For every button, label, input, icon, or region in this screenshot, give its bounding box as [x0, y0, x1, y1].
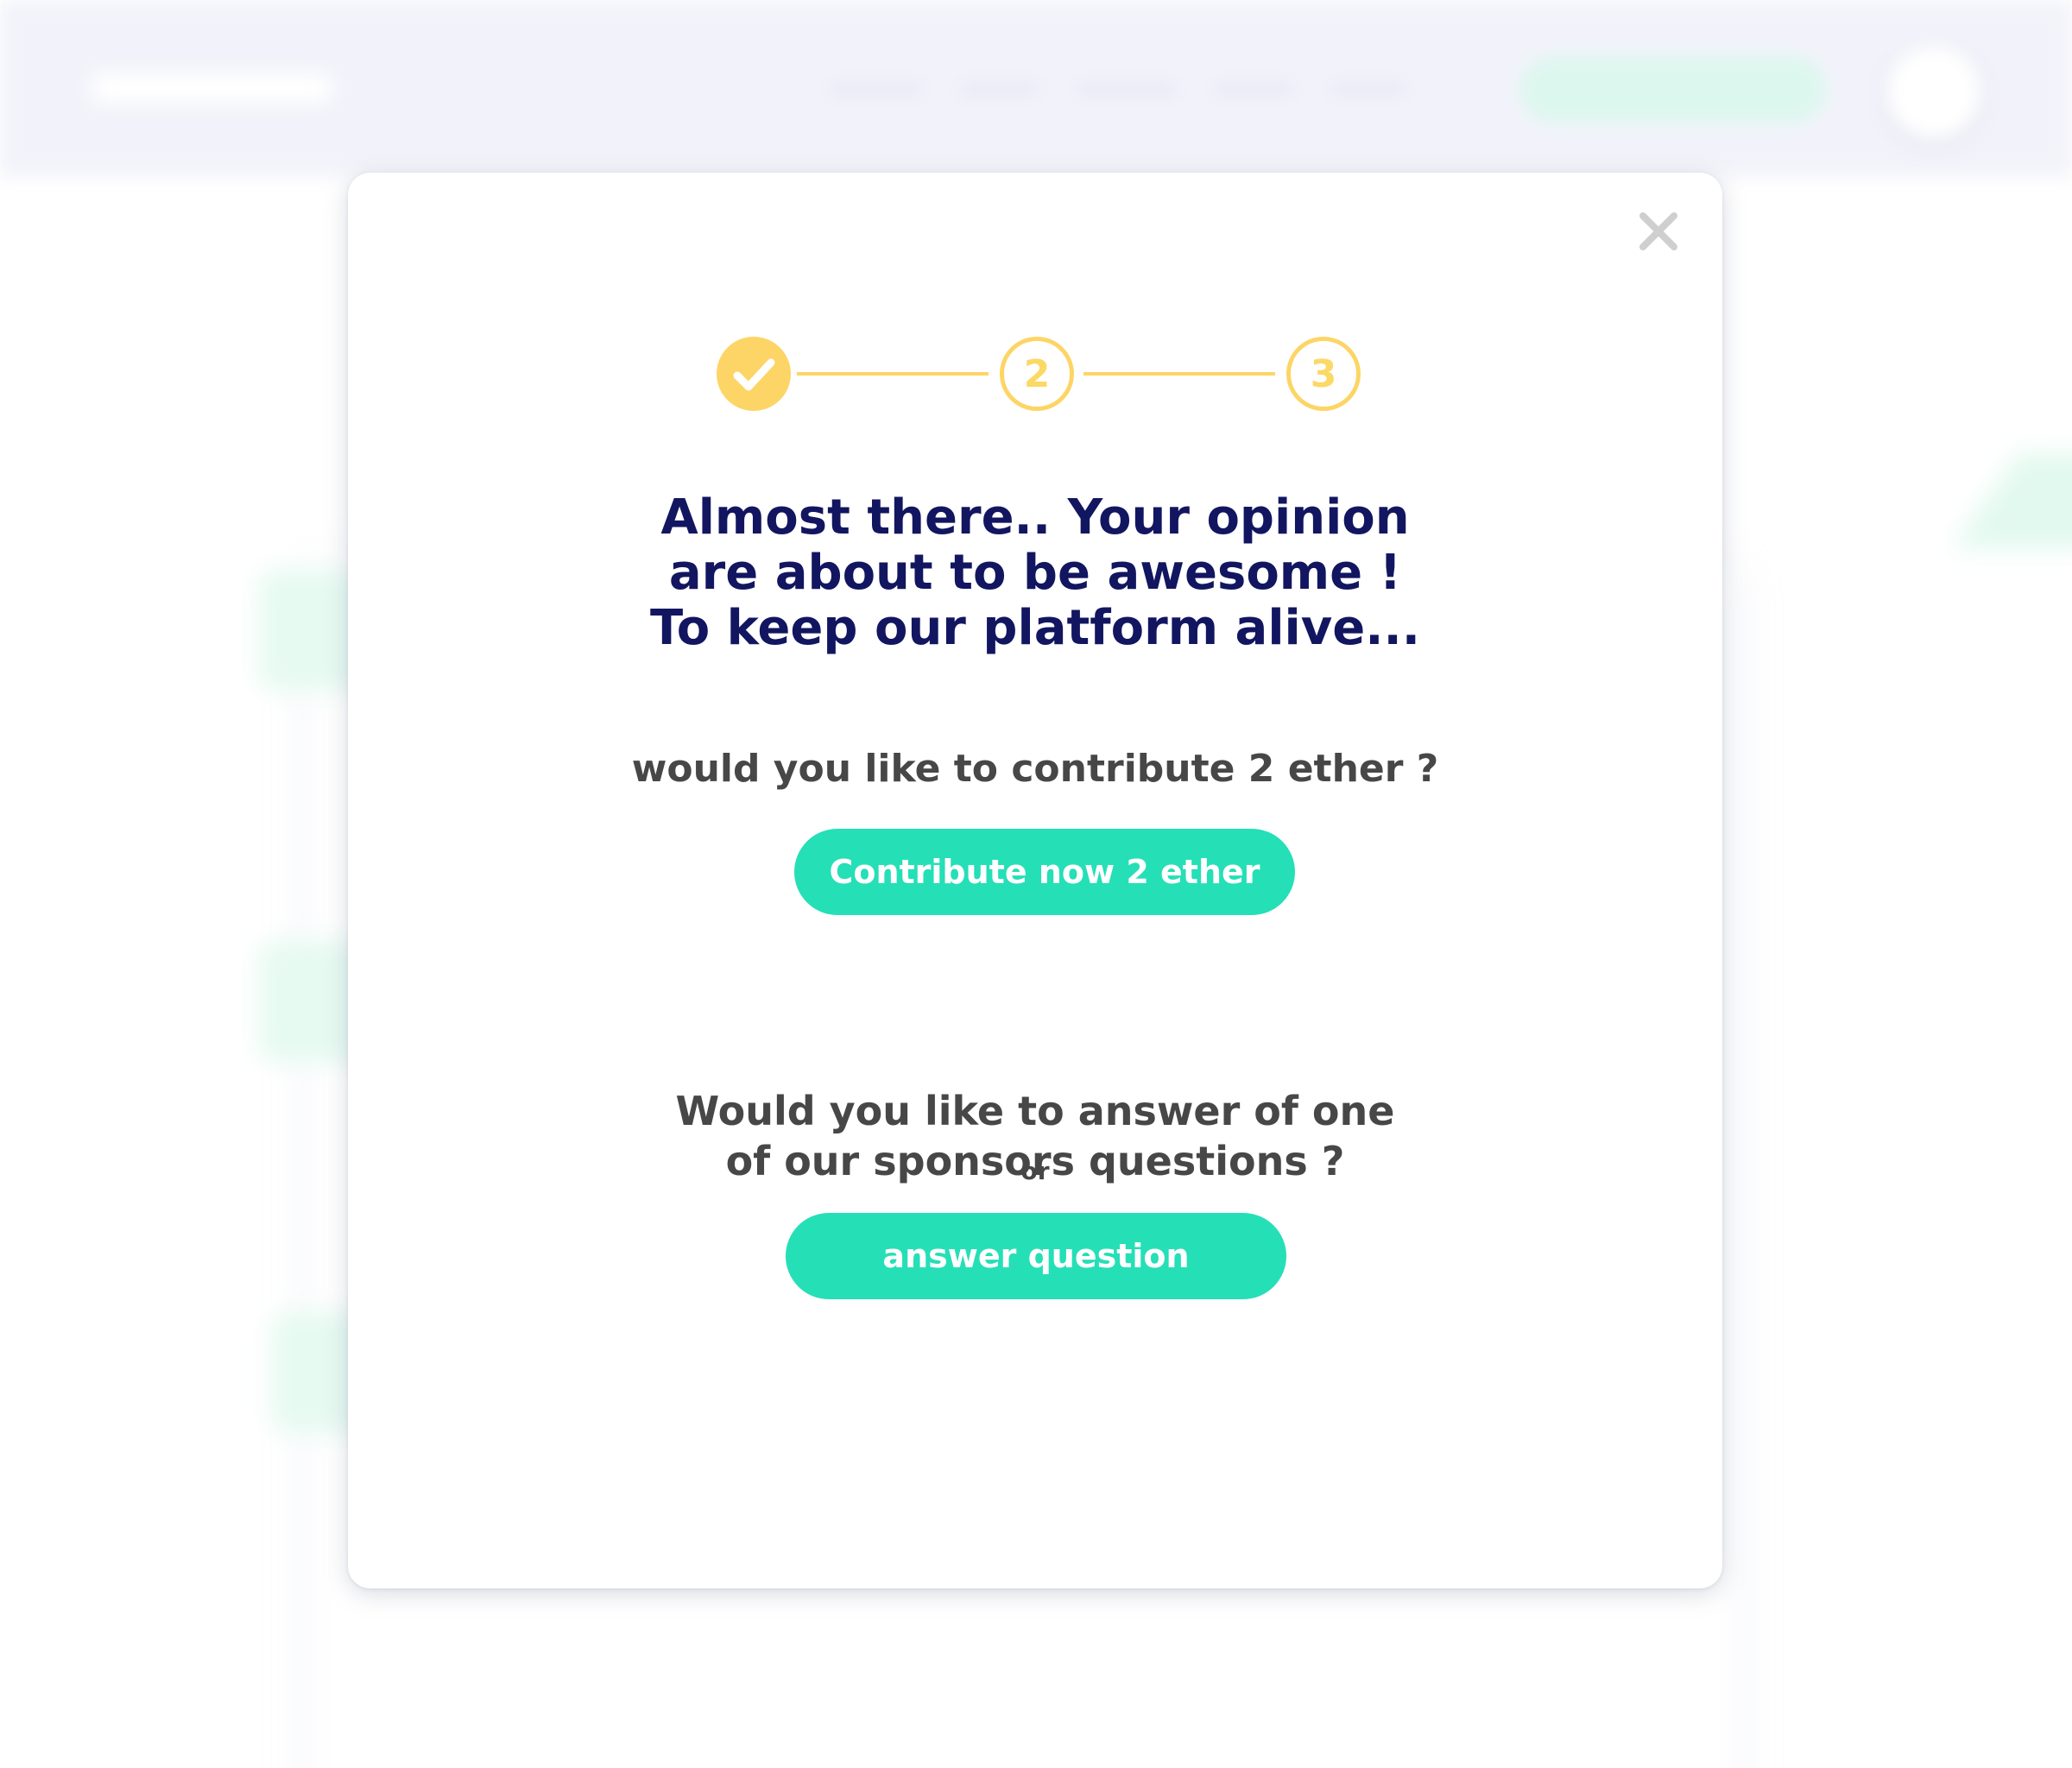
stepper-connector [797, 372, 989, 376]
background-nav-item [958, 81, 1040, 97]
background-logo [91, 73, 332, 103]
modal-headline: Almost there.. Your opinion are about to… [348, 490, 1722, 656]
sponsor-question-line-2: of our sponsors questions ? [725, 1138, 1345, 1184]
headline-line-3: To keep our platform alive... [649, 600, 1421, 656]
headline-line-1: Almost there.. Your opinion [660, 489, 1410, 546]
background-nav-item [1075, 81, 1178, 97]
stepper-connector [1083, 372, 1275, 376]
step-3: 3 [1286, 337, 1361, 411]
headline-line-2: are about to be awesome ! [668, 545, 1402, 601]
background-nav-item [829, 81, 924, 97]
screen: 2 3 Almost there.. Your opinion are abou… [0, 0, 2072, 1768]
close-icon [1639, 212, 1677, 250]
sponsor-question-line-1: Would you like to answer of one [675, 1088, 1395, 1134]
background-nav-item [1330, 81, 1407, 97]
contribute-question: would you like to contribute 2 ether ? [631, 747, 1439, 791]
checkmark-icon [733, 358, 775, 391]
background-shape [1952, 453, 2072, 548]
contribution-modal: 2 3 Almost there.. Your opinion are abou… [348, 173, 1722, 1588]
background-avatar [1886, 45, 1981, 140]
step-1-complete [717, 337, 791, 411]
background-cta-button [1519, 57, 1826, 123]
close-button[interactable] [1633, 205, 1684, 257]
contribute-button[interactable]: Contribute now 2 ether [794, 829, 1295, 915]
progress-stepper: 2 3 [712, 337, 1361, 418]
step-2-label: 2 [1023, 351, 1051, 396]
sponsor-question: Would you like to answer of one of our s… [348, 1086, 1722, 1186]
answer-question-button[interactable]: answer question [786, 1213, 1286, 1299]
step-2: 2 [1000, 337, 1074, 411]
background-nav-item [1213, 81, 1295, 97]
background-header [0, 0, 2072, 177]
step-3-label: 3 [1310, 351, 1337, 396]
